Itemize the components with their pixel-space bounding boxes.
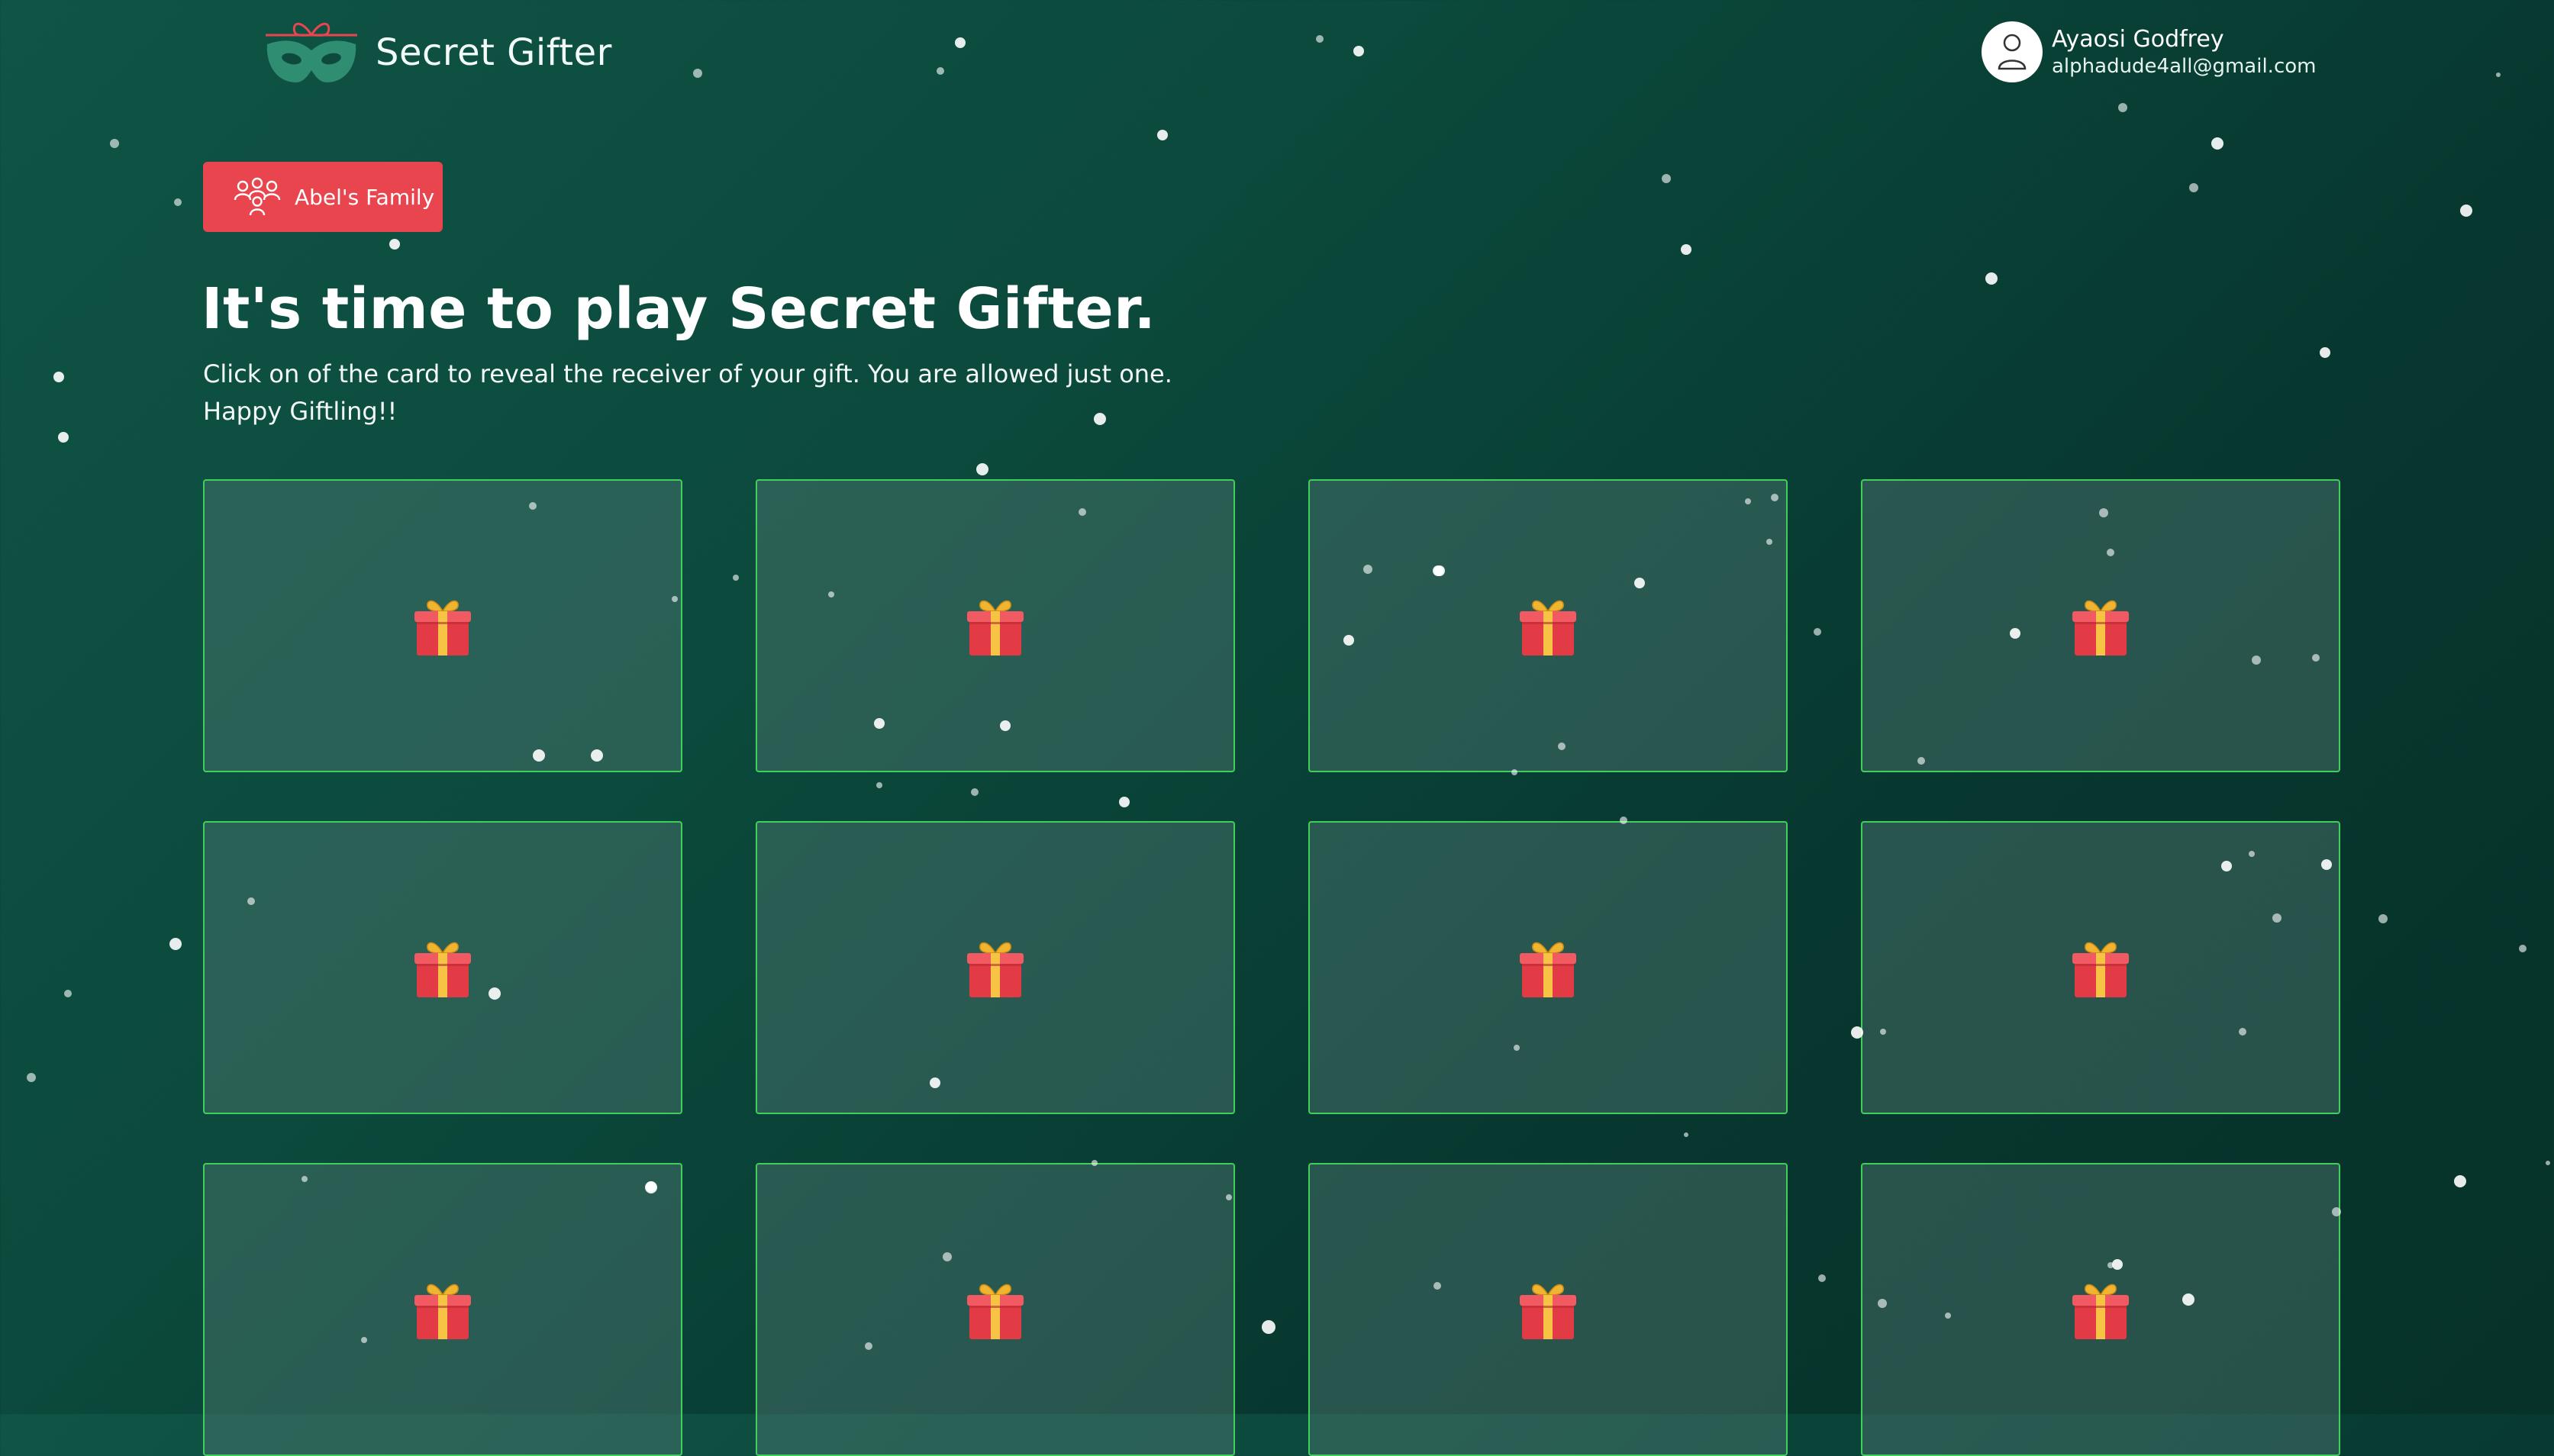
gift-icon: [2072, 1284, 2130, 1340]
gift-card[interactable]: [1861, 1163, 2340, 1456]
gift-card[interactable]: [1861, 479, 2340, 772]
gift-icon: [966, 942, 1024, 998]
gift-icon: [2072, 600, 2130, 656]
snowflake: [2118, 103, 2127, 112]
snowflake: [58, 432, 69, 443]
app-title: Secret Gifter: [376, 31, 612, 74]
snowflake: [2460, 205, 2472, 217]
snowflake: [174, 198, 182, 206]
gift-icon: [414, 942, 472, 998]
page-title: It's time to play Secret Gifter.: [202, 276, 1156, 342]
gift-card-grid: [203, 479, 2340, 1456]
user-avatar-icon[interactable]: [1982, 21, 2043, 82]
snowflake: [955, 37, 966, 48]
mask-with-bow-icon: [266, 22, 357, 82]
gift-icon: [414, 600, 472, 656]
gift-icon: [1519, 942, 1577, 998]
gift-icon: [966, 600, 1024, 656]
gift-card[interactable]: [203, 479, 682, 772]
gift-card[interactable]: [203, 821, 682, 1114]
user-email: alphadude4all@gmail.com: [2052, 54, 2317, 78]
snowflake: [2320, 347, 2330, 358]
gift-card[interactable]: [1308, 821, 1788, 1114]
family-group-button[interactable]: Abel's Family: [203, 162, 443, 232]
snowflake: [1316, 35, 1324, 43]
snowflake: [2189, 183, 2198, 192]
snowflake: [1662, 174, 1671, 183]
snowflake: [2496, 72, 2501, 77]
gift-card[interactable]: [756, 821, 1235, 1114]
snowflake: [53, 372, 64, 382]
family-name: Abel's Family: [295, 184, 435, 210]
snowflake: [1985, 272, 1998, 285]
snowflake: [27, 1073, 36, 1082]
snowflake: [1157, 130, 1168, 140]
gift-icon: [414, 1284, 472, 1340]
gift-card[interactable]: [1308, 479, 1788, 772]
snowflake: [1681, 244, 1691, 255]
snowflake: [976, 463, 988, 475]
gift-card[interactable]: [203, 1163, 682, 1456]
user-profile[interactable]: Ayaosi Godfrey alphadude4all@gmail.com: [1982, 21, 2316, 82]
family-group-icon: [234, 177, 281, 216]
gift-icon: [2072, 942, 2130, 998]
gift-icon: [1519, 600, 1577, 656]
gift-card[interactable]: [1308, 1163, 1788, 1456]
gift-icon: [966, 1284, 1024, 1340]
snowflake: [110, 139, 119, 148]
user-name: Ayaosi Godfrey: [2052, 26, 2224, 53]
snowflake: [2454, 1175, 2466, 1187]
snowflake: [64, 990, 72, 997]
brand[interactable]: Secret Gifter: [264, 17, 612, 89]
snowflake: [1353, 46, 1364, 56]
snowflake: [2519, 945, 2527, 952]
snowflake: [2378, 914, 2388, 923]
snowflake: [693, 69, 702, 78]
instructions-text: Click on of the card to reveal the recei…: [203, 359, 1172, 426]
snowflake: [937, 67, 944, 75]
gift-card[interactable]: [1861, 821, 2340, 1114]
snowflake: [2546, 1161, 2550, 1165]
gift-icon: [1519, 1284, 1577, 1340]
gift-card[interactable]: [756, 479, 1235, 772]
snowflake: [169, 938, 182, 950]
snowflake: [2211, 137, 2223, 150]
gift-card[interactable]: [756, 1163, 1235, 1456]
snowflake: [389, 239, 400, 250]
